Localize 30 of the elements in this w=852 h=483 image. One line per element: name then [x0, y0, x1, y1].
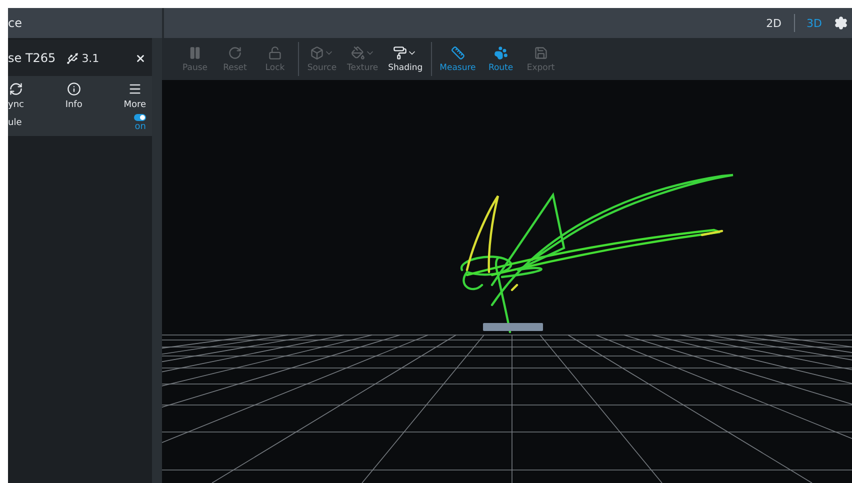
device-action-button[interactable]: ync [8, 82, 24, 110]
rotate-icon [228, 46, 242, 60]
module-toggle[interactable] [134, 114, 146, 121]
toggle-state: on [134, 122, 146, 132]
device-action-button[interactable]: Info [65, 82, 82, 110]
usb-icon [66, 52, 79, 64]
paint-bucket-icon [350, 46, 365, 60]
view-mode-tab[interactable]: 2D [762, 16, 786, 30]
device-name: se T265 [8, 51, 56, 65]
sync-icon [8, 82, 23, 96]
ruler-icon [450, 46, 465, 60]
toolbar-button[interactable]: Measure [438, 46, 478, 72]
window-title: ce [8, 16, 22, 30]
pause-icon [188, 46, 202, 60]
view-mode-tab[interactable]: 3D [802, 16, 826, 30]
info-icon [66, 82, 81, 96]
paw-icon [494, 46, 508, 60]
toolbar-button[interactable]: Shading [386, 46, 425, 72]
device-action-button[interactable]: More [124, 82, 146, 110]
save-icon [534, 46, 548, 60]
toolbar-button[interactable]: Route [484, 46, 518, 72]
close-icon[interactable] [135, 52, 146, 64]
usb-version: 3.1 [82, 52, 100, 64]
cube-icon [310, 46, 324, 60]
module-label: ule [8, 118, 22, 128]
menu-icon [128, 82, 142, 96]
padlock-icon [268, 46, 282, 60]
settings-icon[interactable] [834, 16, 848, 30]
paint-roller-icon [393, 46, 408, 60]
origin-marker [483, 323, 543, 331]
